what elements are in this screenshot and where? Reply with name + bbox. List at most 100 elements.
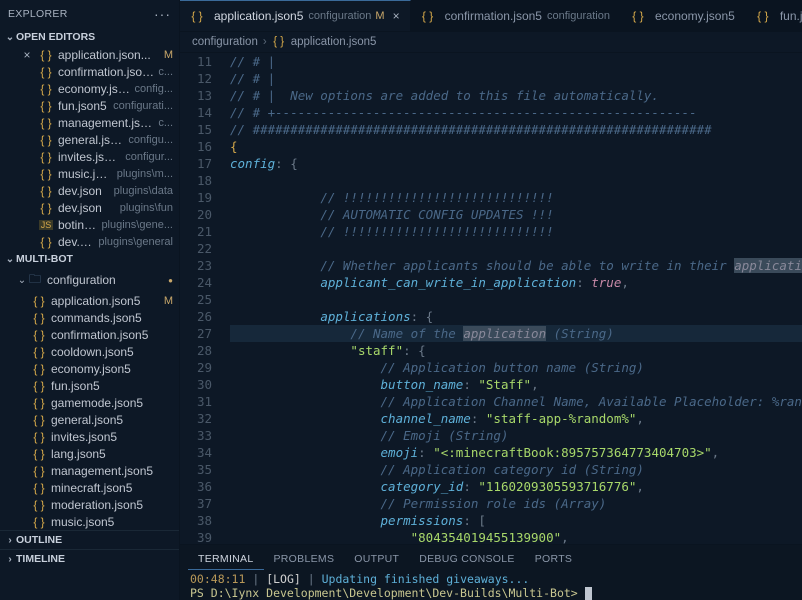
editor-main: { } application.json5 configuration M × { }co… [180, 0, 802, 600]
code-line[interactable]: // #####################################… [230, 121, 802, 138]
modified-badge: M [371, 10, 384, 22]
workspace-header[interactable]: ⌄ MULTI-BOT [0, 250, 179, 268]
code-line[interactable]: // !!!!!!!!!!!!!!!!!!!!!!!!!!!! [230, 189, 802, 206]
git-modified-dot: ● [168, 276, 173, 285]
code-line[interactable]: "staff": { [230, 342, 802, 359]
braces-icon: { } [32, 515, 46, 529]
code-line[interactable]: // # | [230, 70, 802, 87]
timeline-header[interactable]: › TIMELINE [0, 549, 179, 568]
open-editor-item[interactable]: { }dev.jsonplugins\general [0, 233, 179, 250]
code-line[interactable]: "804354019455139900", [230, 529, 802, 544]
code-line[interactable]: { [230, 138, 802, 155]
code-line[interactable]: // Application button name (String) [230, 359, 802, 376]
open-editor-item[interactable]: { }dev.jsonplugins\fun [0, 199, 179, 216]
code-line[interactable]: // !!!!!!!!!!!!!!!!!!!!!!!!!!!! [230, 223, 802, 240]
file-label: music.json5 [51, 515, 173, 529]
workspace-file-item[interactable]: { }economy.json5 [0, 360, 179, 377]
workspace-file-item[interactable]: { }fun.json5 [0, 377, 179, 394]
workspace-file-item[interactable]: { }minecraft.json5 [0, 479, 179, 496]
terminal-tab[interactable]: PROBLEMS [264, 549, 345, 570]
terminal-tabs: TERMINALPROBLEMSOUTPUTDEBUG CONSOLEPORTS [180, 545, 802, 570]
file-label: gamemode.json5 [51, 396, 173, 410]
open-editor-item[interactable]: { }management.json5c... [0, 114, 179, 131]
code-line[interactable]: // Application category id (String) [230, 461, 802, 478]
chevron-down-icon: ⌄ [16, 275, 28, 286]
workspace-file-item[interactable]: { } music.json5 [0, 513, 179, 530]
code-line[interactable]: category_id: "1160209305593716776", [230, 478, 802, 495]
code-line[interactable] [230, 291, 802, 308]
braces-icon: { } [272, 36, 286, 48]
code-line[interactable]: // # | New options are added to this fil… [230, 87, 802, 104]
code-line[interactable]: // Whether applicants should be able to … [230, 257, 802, 274]
open-editor-item[interactable]: { }general.json5configu... [0, 131, 179, 148]
code-line[interactable]: // AUTOMATIC CONFIG UPDATES !!! [230, 206, 802, 223]
explorer-more-icon[interactable]: ··· [154, 6, 171, 22]
file-label: moderation.json5 [51, 498, 173, 512]
file-label: minecraft.json5 [51, 481, 173, 495]
file-path: plugins\data [114, 185, 173, 197]
open-editor-item[interactable]: { }confirmation.json5c... [0, 63, 179, 80]
terminal-tab[interactable]: TERMINAL [188, 549, 264, 570]
braces-icon: { } [39, 167, 53, 181]
code-line[interactable]: // # +----------------------------------… [230, 104, 802, 121]
braces-icon: { } [32, 311, 46, 325]
code-line[interactable]: applications: { [230, 308, 802, 325]
code-line[interactable]: // Application Channel Name, Available P… [230, 393, 802, 410]
code-area[interactable]: // # |// # |// # | New options are added… [222, 53, 802, 544]
code-line[interactable]: // Emoji (String) [230, 427, 802, 444]
code-line[interactable] [230, 240, 802, 257]
editor-tab[interactable]: { }economy.json5 [621, 0, 746, 31]
open-editor-item[interactable]: { }dev.jsonplugins\data [0, 182, 179, 199]
terminal-body[interactable]: 00:48:11 | [LOG] | Updating finished giv… [180, 570, 802, 600]
terminal-tab[interactable]: DEBUG CONSOLE [409, 549, 525, 570]
code-line[interactable]: // # | [230, 53, 802, 70]
workspace-file-item[interactable]: { } commands.json5 [0, 309, 179, 326]
open-editor-item[interactable]: { }invites.json5configur... [0, 148, 179, 165]
workspace-file-item[interactable]: { }management.json5 [0, 462, 179, 479]
workspace-file-item[interactable]: { }invites.json5 [0, 428, 179, 445]
workspace-file-item[interactable]: { }general.json5 [0, 411, 179, 428]
code-line[interactable]: // Name of the application (String) [230, 325, 802, 342]
code-line[interactable]: emoji: "<:minecraftBook:8957573647734047… [230, 444, 802, 461]
editor-tab[interactable]: { }application.json5configurationM× [180, 0, 411, 31]
workspace-file-item[interactable]: { }moderation.json5 [0, 496, 179, 513]
braces-icon: { } [39, 48, 53, 62]
open-editor-item[interactable]: { }music.json5plugins\m... [0, 165, 179, 182]
braces-icon: { } [32, 464, 46, 478]
workspace-file-item[interactable]: { }gamemode.json5 [0, 394, 179, 411]
code-line[interactable]: button_name: "Staff", [230, 376, 802, 393]
open-editor-item[interactable]: JSbotinfo.jsplugins\gene... [0, 216, 179, 233]
workspace-file-item[interactable]: { }cooldown.json5 [0, 343, 179, 360]
file-label: cooldown.json5 [51, 345, 173, 359]
folder-configuration[interactable]: ⌄ 🗀 configuration ● [0, 268, 179, 292]
terminal-tab[interactable]: OUTPUT [344, 549, 409, 570]
close-icon[interactable]: × [393, 9, 400, 23]
workspace-file-item[interactable]: { }application.json5M [0, 292, 179, 309]
code-line[interactable]: config: { [230, 155, 802, 172]
open-editor-item[interactable]: { }fun.json5configurati... [0, 97, 179, 114]
tab-label: application.json5 [214, 9, 303, 23]
line-gutter: 1112131415161718192021222324252627282930… [180, 53, 222, 544]
editor-tab[interactable]: { }fun.json5configuration [746, 0, 802, 31]
open-editor-item[interactable]: { }economy.json5config... [0, 80, 179, 97]
code-editor[interactable]: 1112131415161718192021222324252627282930… [180, 53, 802, 544]
code-line[interactable]: permissions: [ [230, 512, 802, 529]
editor-tab[interactable]: { }confirmation.json5configuration [411, 0, 621, 31]
outline-header[interactable]: › OUTLINE [0, 530, 179, 549]
workspace-file-item[interactable]: { }confirmation.json5 [0, 326, 179, 343]
workspace-file-item[interactable]: { }lang.json5 [0, 445, 179, 462]
explorer-header: EXPLORER ··· [0, 0, 179, 28]
terminal-tab[interactable]: PORTS [525, 549, 582, 570]
breadcrumb-part[interactable]: application.json5 [291, 36, 377, 48]
open-editor-item[interactable]: ×{ }application.json...M [0, 46, 179, 63]
breadcrumb-part[interactable]: configuration [192, 36, 258, 48]
open-editors-header[interactable]: ⌄ OPEN EDITORS [0, 28, 179, 46]
code-line[interactable] [230, 172, 802, 189]
code-line[interactable]: channel_name: "staff-app-%random%", [230, 410, 802, 427]
breadcrumb[interactable]: configuration › { } application.json5 [180, 32, 802, 53]
file-label: botinfo.js [58, 218, 97, 232]
code-line[interactable]: // Permission role ids (Array) [230, 495, 802, 512]
close-icon[interactable]: × [20, 48, 34, 62]
code-line[interactable]: applicant_can_write_in_application: true… [230, 274, 802, 291]
file-label: commands.json5 [51, 311, 173, 325]
